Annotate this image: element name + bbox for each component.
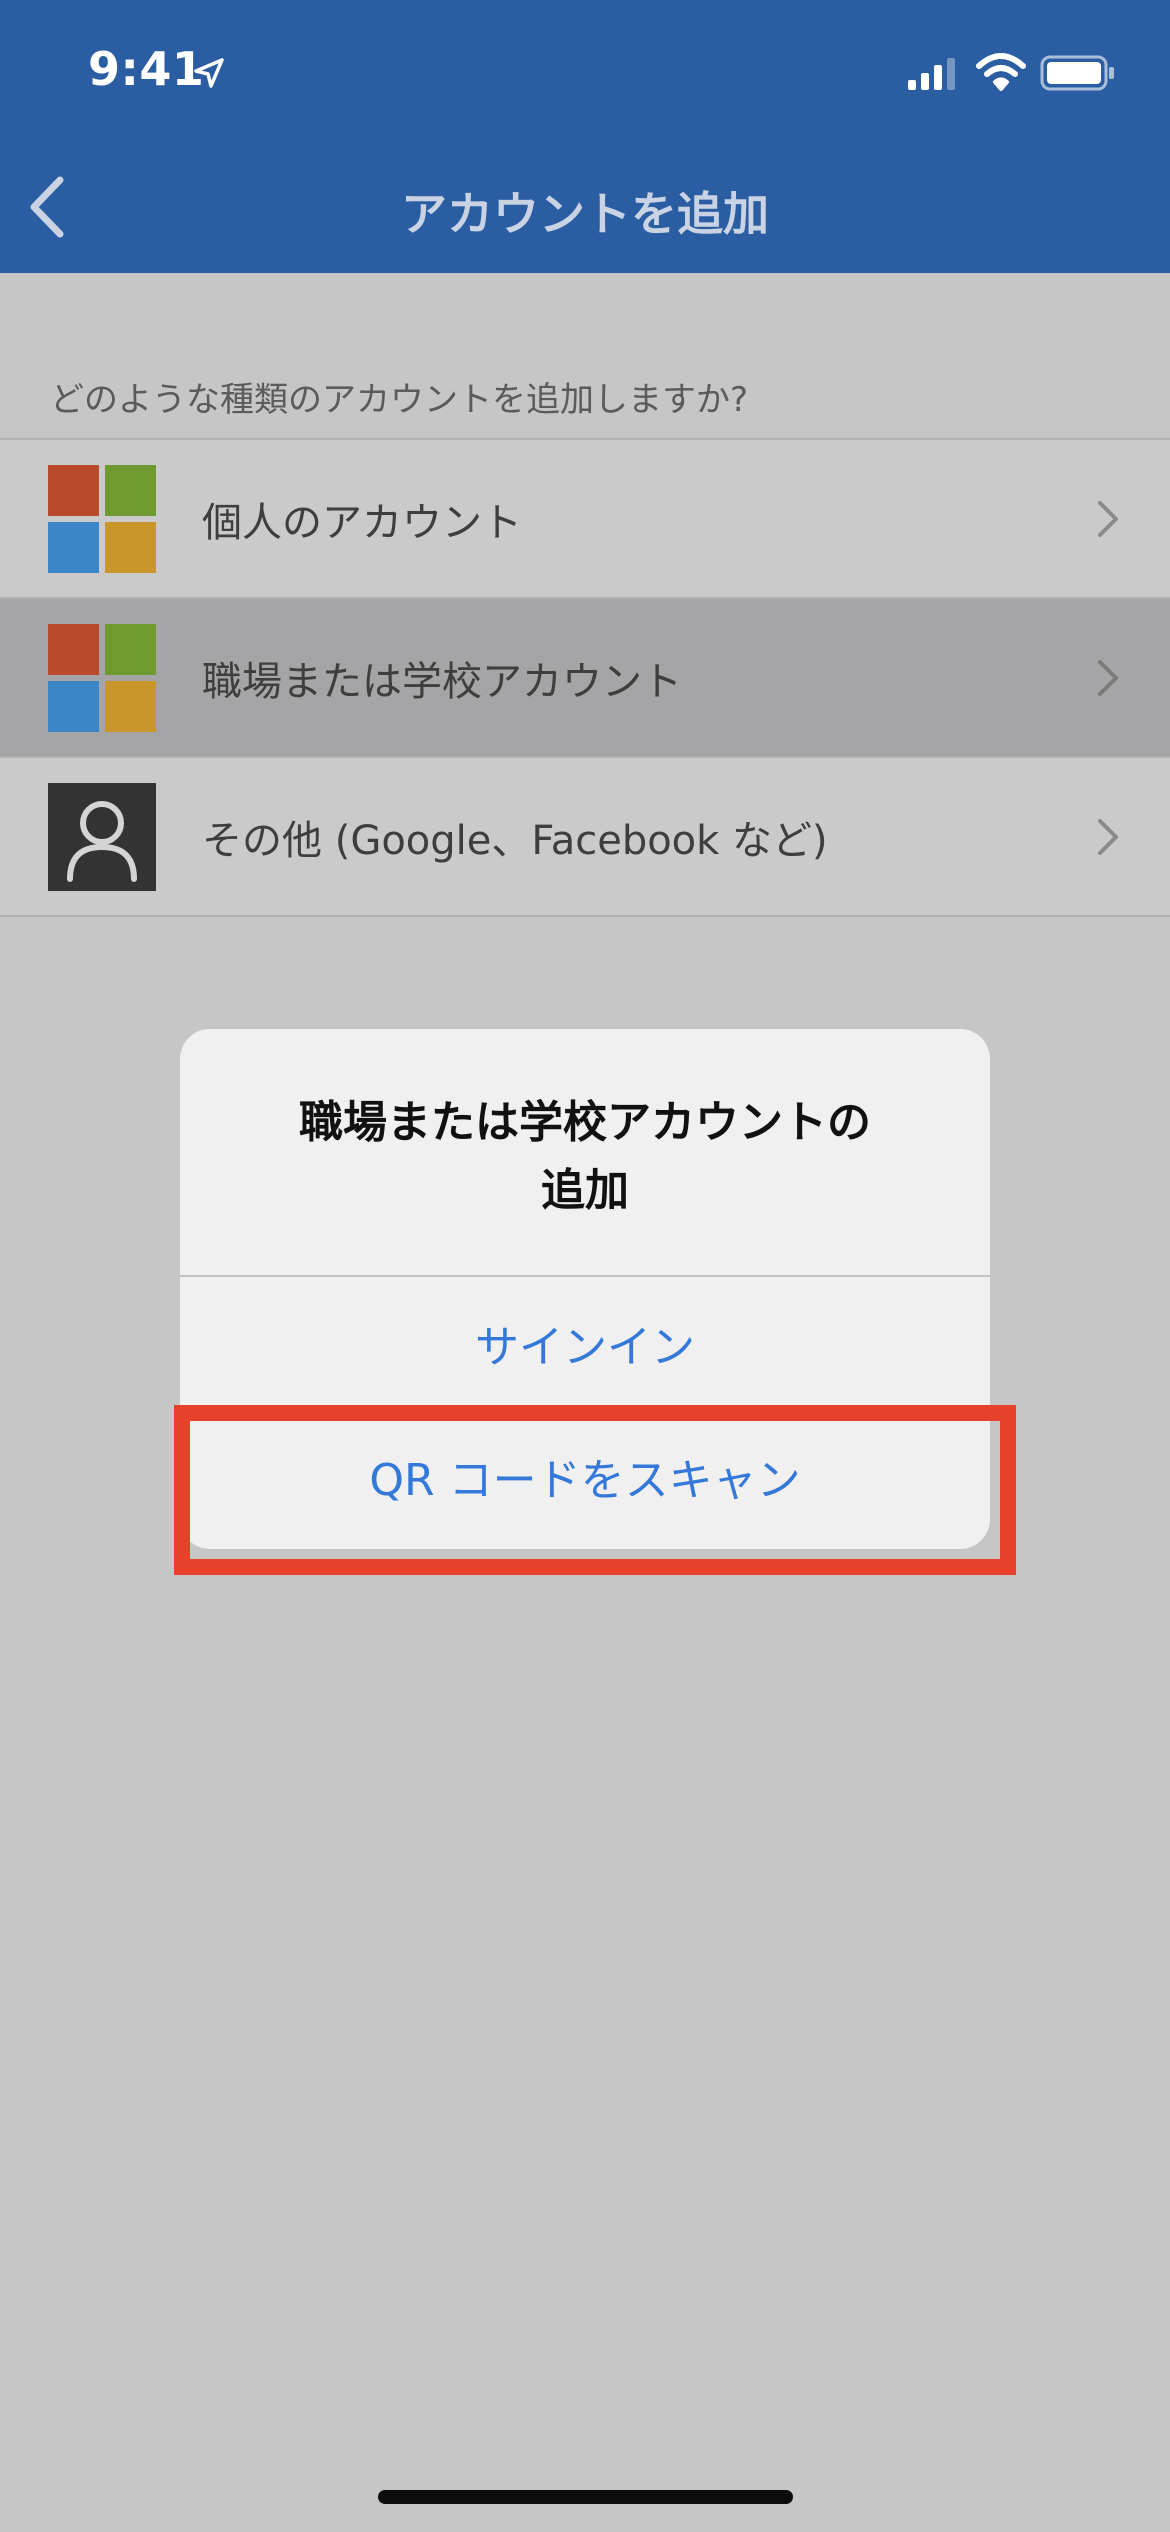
status-time: 9:41 xyxy=(88,42,205,96)
person-icon xyxy=(48,783,156,891)
chevron-right-icon xyxy=(1098,818,1118,855)
navigation-bar: 9:41 アカウントを追加 xyxy=(0,0,1170,273)
chevron-right-icon xyxy=(1098,659,1118,696)
list-item-other-account[interactable]: その他 (Google、Facebook など) xyxy=(0,758,1170,917)
page-title: アカウントを追加 xyxy=(401,187,769,241)
list-item-personal-account[interactable]: 個人のアカウント xyxy=(0,440,1170,599)
sign-in-button[interactable]: サインイン xyxy=(180,1311,990,1375)
wifi-icon xyxy=(976,53,1026,91)
section-header: どのような種類のアカウントを追加しますか? xyxy=(50,380,749,420)
chevron-right-icon xyxy=(1098,500,1118,537)
microsoft-logo-icon xyxy=(48,624,156,732)
highlight-box xyxy=(174,1405,1016,1575)
location-arrow-icon xyxy=(194,58,224,88)
cellular-signal-icon xyxy=(908,58,955,90)
list-item-work-school-account[interactable]: 職場または学校アカウント xyxy=(0,599,1170,758)
list-item-label: 個人のアカウント xyxy=(202,499,522,546)
alert-title: 職場または学校アカウントの 追加 xyxy=(180,1089,990,1225)
list-item-label: 職場または学校アカウント xyxy=(202,658,682,705)
battery-icon xyxy=(1040,55,1114,91)
divider xyxy=(180,1275,990,1277)
list-item-label: その他 (Google、Facebook など) xyxy=(202,817,828,864)
alert-title-line2: 追加 xyxy=(541,1165,629,1216)
account-type-list: 個人のアカウント 職場または学校アカウント その他 (Google、Facebo… xyxy=(0,438,1170,917)
home-indicator[interactable] xyxy=(378,2490,793,2504)
microsoft-logo-icon xyxy=(48,465,156,573)
alert-title-line1: 職場または学校アカウントの xyxy=(299,1097,871,1148)
